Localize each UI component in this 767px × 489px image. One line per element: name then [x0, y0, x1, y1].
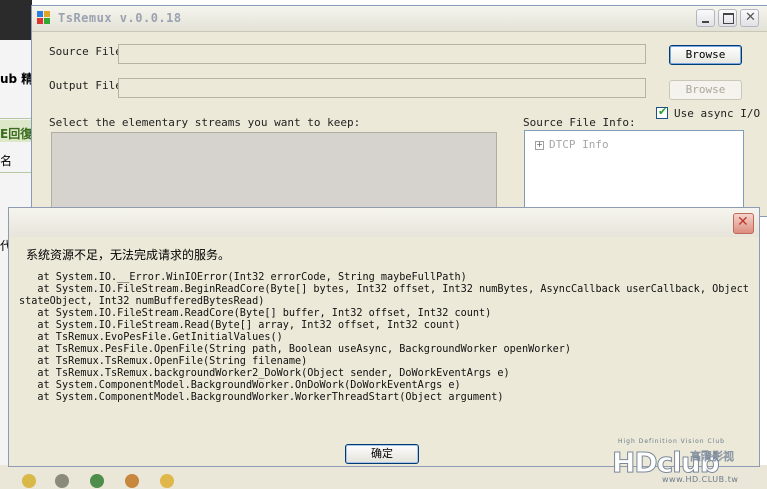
trace-line: at System.IO.__Error.WinIOError(Int32 er… [19, 272, 467, 283]
output-file-label: Output File [49, 79, 122, 92]
watermark-url: www.HD.CLUB.tw [662, 475, 739, 484]
background-text: E回復 [0, 127, 32, 141]
ok-button[interactable]: 确定 [345, 444, 419, 464]
background-text: 名 [0, 154, 13, 168]
source-info-label: Source File Info: [523, 116, 636, 129]
error-message: 系统资源不足，无法完成请求的服务。 [26, 248, 231, 262]
tsremux-window: TsRemux v.0.0.18 ✕ Source File Browse Ou… [31, 5, 767, 217]
use-async-label: Use async I/O [674, 107, 761, 120]
window-titlebar: TsRemux v.0.0.18 ✕ [32, 6, 767, 32]
face-icon [125, 474, 139, 488]
emoticon-icon [55, 474, 69, 488]
streams-label: Select the elementary streams you want t… [49, 116, 361, 129]
background-header [0, 0, 32, 40]
use-async-checkbox[interactable]: ✔ [656, 105, 668, 119]
trace-line: at System.IO.FileStream.BeginReadCore(By… [19, 284, 756, 307]
trace-line: at TsRemux.TsRemux.OpenFile(String filen… [19, 356, 308, 367]
watermark-subtitle: High Definition Vision Club [618, 438, 725, 445]
background-divider [0, 172, 32, 173]
close-icon: ✕ [745, 10, 756, 25]
browse-output-button[interactable]: Browse [669, 80, 742, 100]
stack-trace: at System.IO.__Error.WinIOError(Int32 er… [19, 272, 754, 404]
trace-line: at System.ComponentModel.BackgroundWorke… [19, 380, 461, 391]
minimize-icon [702, 21, 709, 23]
close-icon: ✕ [737, 214, 749, 230]
window-title: TsRemux v.0.0.18 [58, 11, 182, 25]
minimize-button[interactable] [696, 9, 715, 27]
source-info-tree[interactable]: + DTCP Info [524, 130, 744, 217]
background-divider [0, 118, 32, 119]
trace-line: at TsRemux.PesFile.OpenFile(String path,… [19, 344, 572, 355]
trace-line: at TsRemux.TsRemux.backgroundWorker2_DoW… [19, 368, 510, 379]
trace-line: at System.ComponentModel.BackgroundWorke… [19, 392, 504, 403]
dialog-titlebar: ✕ [9, 208, 759, 237]
leaf-icon [90, 474, 104, 488]
check-icon: ✔ [658, 105, 668, 118]
hdclub-watermark: High Definition Vision Club HDclub 高清影视 … [600, 438, 762, 488]
source-file-label: Source File [49, 45, 122, 58]
browse-source-button[interactable]: Browse [669, 45, 742, 65]
error-dialog: ✕ 系统资源不足，无法完成请求的服务。 at System.IO.__Error… [8, 207, 760, 467]
dialog-close-button[interactable]: ✕ [733, 213, 754, 234]
watermark-chinese: 高清影视 [690, 450, 735, 464]
maximize-icon [723, 13, 734, 24]
background-text: ub 精 [0, 72, 32, 86]
source-file-input[interactable] [118, 44, 646, 64]
trace-line: at System.IO.FileStream.ReadCore(Byte[] … [19, 308, 492, 319]
output-file-input[interactable] [118, 78, 646, 98]
maximize-button[interactable] [718, 9, 737, 27]
expand-icon[interactable]: + [535, 141, 544, 150]
tree-item-dtcp-info[interactable]: DTCP Info [549, 138, 609, 151]
window-close-button[interactable]: ✕ [740, 9, 759, 27]
star-icon [160, 474, 174, 488]
trace-line: at System.IO.FileStream.Read(Byte[] arra… [19, 320, 461, 331]
smiley-icon [22, 474, 36, 488]
app-icon [37, 11, 51, 25]
trace-line: at TsRemux.EvoPesFile.GetInitialValues() [19, 332, 283, 343]
streams-list[interactable] [51, 132, 497, 217]
